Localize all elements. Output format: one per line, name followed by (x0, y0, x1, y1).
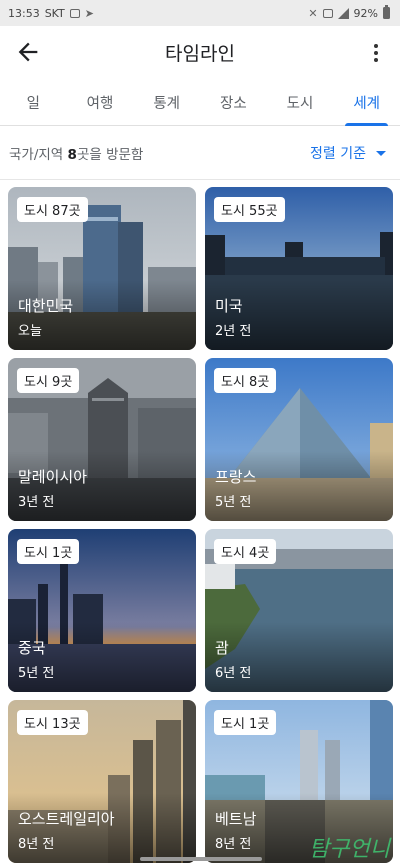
home-indicator[interactable] (140, 857, 262, 861)
visit-time: 8년 전 (215, 837, 252, 852)
status-bar: 13:53 SKT ➤ ✕ 92% (0, 0, 400, 26)
country-card-korea[interactable]: 도시 87곳 대한민국 오늘 (8, 187, 196, 350)
visited-summary: 국가/지역 8곳을 방문함 (9, 147, 144, 163)
app-bar: 타임라인 (0, 26, 400, 80)
sort-label: 정렬 기준 (310, 146, 366, 162)
tab-places[interactable]: 장소 (200, 80, 267, 125)
city-count-badge: 도시 87곳 (17, 197, 88, 222)
country-name: 베트남 (215, 810, 257, 828)
visit-time: 3년 전 (18, 495, 55, 510)
visit-time: 8년 전 (18, 837, 55, 852)
country-name: 프랑스 (215, 468, 257, 486)
country-card-guam[interactable]: 도시 4곳 괌 6년 전 (205, 529, 393, 692)
more-options-button[interactable] (366, 40, 386, 66)
city-count-badge: 도시 55곳 (214, 197, 285, 222)
city-count-badge: 도시 1곳 (17, 539, 80, 564)
visited-count: 8 (67, 147, 77, 163)
dropdown-arrow-icon (376, 150, 386, 156)
battery-icon (383, 5, 390, 19)
tab-cities[interactable]: 도시 (267, 80, 334, 125)
country-name: 중국 (18, 639, 46, 657)
country-card-australia[interactable]: 도시 13곳 오스트레일리아 8년 전 (8, 700, 196, 863)
mute-icon: ✕ (308, 6, 318, 20)
tab-trips[interactable]: 여행 (67, 80, 134, 125)
tab-insights[interactable]: 통계 (133, 80, 200, 125)
signal-icon (337, 7, 349, 19)
country-card-usa[interactable]: 도시 55곳 미국 2년 전 (205, 187, 393, 350)
city-count-badge: 도시 4곳 (214, 539, 277, 564)
page-title: 타임라인 (165, 43, 235, 65)
status-time: 13:53 (8, 6, 40, 20)
country-name: 괌 (215, 639, 229, 657)
summary-row: 국가/지역 8곳을 방문함 정렬 기준 (0, 126, 400, 180)
more-vert-icon (374, 44, 378, 48)
visit-time: 5년 전 (215, 495, 252, 510)
sort-dropdown[interactable]: 정렬 기준 (310, 143, 386, 163)
city-count-badge: 도시 8곳 (214, 368, 277, 393)
city-count-badge: 도시 13곳 (17, 710, 88, 735)
country-card-malaysia[interactable]: 도시 9곳 말레이시아 3년 전 (8, 358, 196, 521)
status-carrier: SKT (44, 6, 65, 20)
lte-icon (322, 8, 333, 18)
tab-bar: 일 여행 통계 장소 도시 세계 (0, 80, 400, 126)
visit-time: 오늘 (18, 324, 42, 339)
country-name: 대한민국 (18, 297, 74, 315)
city-count-badge: 도시 9곳 (17, 368, 80, 393)
telegram-icon: ➤ (84, 6, 94, 20)
country-card-china[interactable]: 도시 1곳 중국 5년 전 (8, 529, 196, 692)
visit-time: 6년 전 (215, 666, 252, 681)
country-name: 오스트레일리아 (18, 810, 115, 828)
city-count-badge: 도시 1곳 (214, 710, 277, 735)
visit-time: 5년 전 (18, 666, 55, 681)
tab-day[interactable]: 일 (0, 80, 67, 125)
gallery-icon (69, 8, 80, 18)
country-grid: 도시 87곳 대한민국 오늘 도시 55곳 미국 2년 전 도시 9곳 말레이시… (8, 187, 393, 863)
visit-time: 2년 전 (215, 324, 252, 339)
watermark-text: 탐구언니 (309, 837, 390, 862)
tab-world[interactable]: 세계 (333, 80, 400, 126)
country-name: 말레이시아 (18, 468, 88, 486)
battery-percent: 92% (353, 6, 378, 20)
country-name: 미국 (215, 297, 243, 315)
country-card-france[interactable]: 도시 8곳 프랑스 5년 전 (205, 358, 393, 521)
